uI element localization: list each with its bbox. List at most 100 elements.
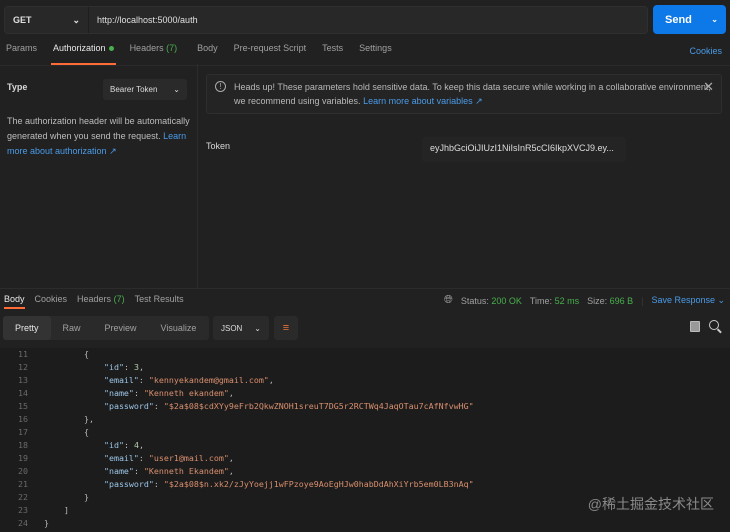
response-tab-cookies[interactable]: Cookies xyxy=(35,294,68,304)
view-visualize[interactable]: Visualize xyxy=(149,316,209,340)
size-label: Size: xyxy=(587,295,608,306)
json-key: "email" xyxy=(103,375,139,385)
watermark: @稀土掘金技术社区 xyxy=(587,496,714,512)
view-mode-toolbar: Pretty Raw Preview Visualize xyxy=(3,316,209,340)
headers-count: (7) xyxy=(166,43,178,53)
json-punct: }, xyxy=(83,414,94,424)
tab-params[interactable]: Params xyxy=(6,43,37,63)
line-number: 21 xyxy=(18,479,28,489)
wrap-lines-icon[interactable]: ≡ xyxy=(274,316,298,340)
json-key: "name" xyxy=(103,466,134,476)
save-response-button[interactable]: Save Response ⌄ xyxy=(651,295,725,306)
status-label: Status: xyxy=(460,295,489,306)
code-line: 13 "email": "kennyekandem@gmail.com", xyxy=(0,374,730,387)
json-value: "$2a$08$cdXYy9eFrb2QkwZNOH1sreuT7DG5r2RC… xyxy=(163,401,474,411)
code-text: "id": 3, xyxy=(103,362,144,372)
search-icon[interactable] xyxy=(709,320,719,330)
auth-type-select[interactable]: Bearer Token ⌄ xyxy=(103,79,187,100)
code-text: { xyxy=(32,426,89,439)
code-text: } xyxy=(32,491,89,504)
format-select[interactable]: JSON ⌄ xyxy=(213,316,269,340)
line-number: 20 xyxy=(18,466,28,476)
code-text: "id": 4, xyxy=(103,440,144,450)
view-raw[interactable]: Raw xyxy=(51,316,93,340)
json-punct: ] xyxy=(63,505,69,515)
token-input[interactable]: eyJhbGciOiJIUzI1NiIsInR5cCI6IkpXVCJ9.ey.… xyxy=(422,137,626,162)
size: Size: 696 B xyxy=(587,296,633,306)
code-text: "email": "user1@mail.com", xyxy=(103,453,234,463)
method-select[interactable]: GET ⌄ xyxy=(5,7,89,33)
json-value: "kennyekandem@gmail.com" xyxy=(148,375,269,385)
json-value: 3 xyxy=(133,362,139,372)
auth-description: The authorization header will be automat… xyxy=(7,114,195,159)
code-line: 19 "email": "user1@mail.com", xyxy=(0,452,730,465)
view-preview[interactable]: Preview xyxy=(93,316,149,340)
json-value: "user1@mail.com" xyxy=(148,453,229,463)
divider xyxy=(197,64,198,288)
response-tab-test-results[interactable]: Test Results xyxy=(135,294,184,304)
code-text: ] xyxy=(32,504,69,517)
json-key: "id" xyxy=(103,440,124,450)
code-line: 14 "name": "Kenneth ekandem", xyxy=(0,387,730,400)
chevron-down-icon[interactable]: ⌄ xyxy=(711,15,726,24)
tab-pre-request-script[interactable]: Pre-request Script xyxy=(234,43,307,63)
divider xyxy=(0,65,730,66)
tab-label: Headers xyxy=(129,43,164,53)
save-response-label: Save Response xyxy=(651,295,716,305)
close-icon[interactable]: ✕ xyxy=(703,80,714,94)
response-tab-body[interactable]: Body xyxy=(4,294,25,309)
chevron-down-icon: ⌄ xyxy=(72,14,80,25)
code-text: }, xyxy=(32,413,94,426)
tab-settings[interactable]: Settings xyxy=(359,43,392,63)
copy-icon[interactable] xyxy=(690,321,700,332)
line-number: 23 xyxy=(18,505,28,515)
code-text: } xyxy=(32,517,49,530)
json-key: "id" xyxy=(103,362,124,372)
response-tab-headers[interactable]: Headers (7) xyxy=(77,294,125,304)
time: Time: 52 ms xyxy=(530,296,579,306)
tab-label: Authorization xyxy=(53,43,106,53)
json-key: "password" xyxy=(103,479,154,489)
send-button[interactable]: Send ⌄ xyxy=(653,5,726,34)
tab-label: Headers xyxy=(77,294,112,304)
send-label: Send xyxy=(665,13,692,26)
tab-headers[interactable]: Headers (7) xyxy=(130,43,178,63)
line-number: 15 xyxy=(18,401,28,411)
url-input[interactable]: http://localhost:5000/auth xyxy=(89,15,198,25)
json-punct: { xyxy=(83,349,89,359)
line-number: 18 xyxy=(18,440,28,450)
code-line: 15 "password": "$2a$08$cdXYy9eFrb2QkwZNO… xyxy=(0,400,730,413)
time-label: Time: xyxy=(529,295,553,306)
info-icon: ! xyxy=(215,81,226,92)
size-value: 696 B xyxy=(609,295,634,306)
view-pretty[interactable]: Pretty xyxy=(3,316,51,340)
tab-authorization[interactable]: Authorization xyxy=(51,43,116,65)
code-line: 18 "id": 4, xyxy=(0,439,730,452)
tab-body[interactable]: Body xyxy=(197,43,218,63)
json-value: "$2a$08$n.xk2/zJyYoejj1wFPzoye9AoEgHJw0h… xyxy=(163,479,474,489)
json-punct: } xyxy=(83,492,89,502)
code-line: 11 { xyxy=(0,348,730,361)
code-text: "name": "Kenneth Ekandem", xyxy=(103,466,234,476)
line-number: 13 xyxy=(18,375,28,385)
cookies-link[interactable]: Cookies xyxy=(689,46,722,56)
json-value: "Kenneth ekandem" xyxy=(143,388,229,398)
time-value: 52 ms xyxy=(554,295,580,306)
response-tabs: Body Cookies Headers (7) Test Results xyxy=(4,294,194,309)
json-key: "email" xyxy=(103,453,139,463)
type-label: Type xyxy=(7,82,28,92)
divider xyxy=(0,288,730,289)
chevron-down-icon: ⌄ xyxy=(173,85,180,94)
sensitive-data-warning: ! Heads up! These parameters hold sensit… xyxy=(206,74,722,114)
code-text: "password": "$2a$08$cdXYy9eFrb2QkwZNOH1s… xyxy=(103,401,474,411)
code-text: { xyxy=(32,348,89,361)
json-value: "Kenneth Ekandem" xyxy=(143,466,229,476)
code-text: "name": "Kenneth ekandem", xyxy=(103,388,234,398)
url-bar: GET ⌄ http://localhost:5000/auth xyxy=(4,6,648,34)
line-number: 12 xyxy=(18,362,28,372)
code-line: 20 "name": "Kenneth Ekandem", xyxy=(0,465,730,478)
learn-more-variables-link[interactable]: Learn more about variables ↗ xyxy=(363,96,483,106)
line-number: 22 xyxy=(18,492,28,502)
globe-icon[interactable]: 🌐︎ xyxy=(444,294,453,307)
tab-tests[interactable]: Tests xyxy=(322,43,343,63)
